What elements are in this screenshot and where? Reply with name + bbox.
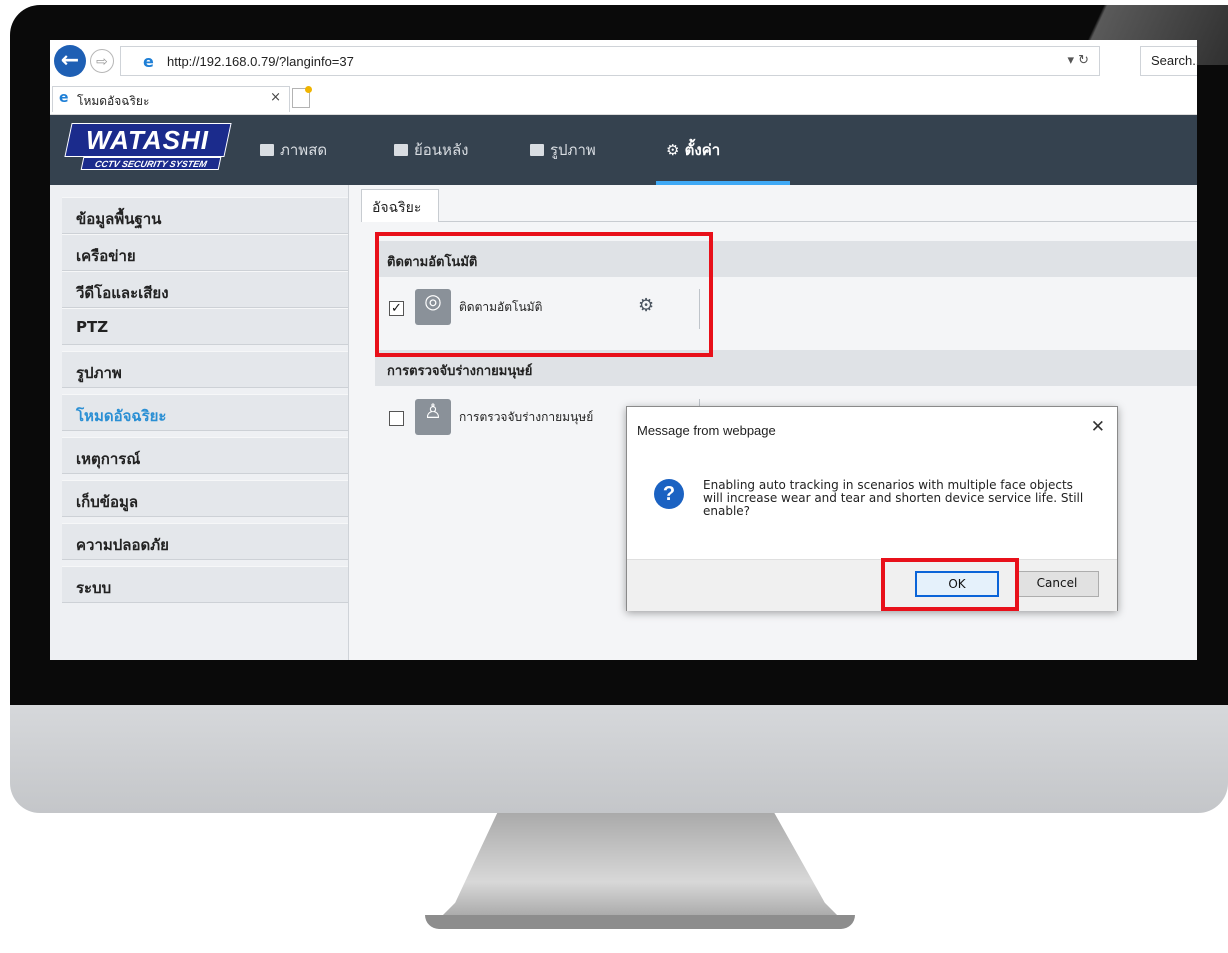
menu-playback[interactable]: ย้อนหลัง xyxy=(394,138,468,162)
close-icon[interactable]: ✕ xyxy=(1091,417,1105,437)
monitor-chin xyxy=(10,705,1228,813)
monitor-icon xyxy=(260,144,274,156)
main-tab-bar: อัจฉริยะ xyxy=(361,189,1197,222)
sidebar-item-network[interactable]: เครือข่าย xyxy=(62,234,348,271)
film-icon xyxy=(394,144,408,156)
forward-arrow-icon[interactable]: ⇨ xyxy=(90,49,114,73)
address-url[interactable]: http://192.168.0.79/?langinfo=37 xyxy=(167,54,354,69)
browser-address-row: ← ⇨ e http://192.168.0.79/?langinfo=37 ▾… xyxy=(50,40,1197,84)
human-figure-icon: ♙ xyxy=(415,399,451,435)
dialog-footer: OK Cancel xyxy=(627,559,1117,611)
new-tab-icon[interactable] xyxy=(292,86,312,108)
back-arrow-icon[interactable]: ← xyxy=(54,45,86,77)
tab-smart[interactable]: อัจฉริยะ xyxy=(361,189,439,222)
app-header: WATASHI CCTV SECURITY SYSTEM ภาพสด ย้อนห… xyxy=(50,115,1197,185)
tab-close-icon[interactable]: × xyxy=(270,90,281,105)
sidebar-item-events[interactable]: เหตุการณ์ xyxy=(62,437,348,474)
sidebar-item-security[interactable]: ความปลอดภัย xyxy=(62,523,348,560)
browser-tab-row: e โหมดอัจฉริยะ × xyxy=(50,84,1197,115)
sidebar-item-system[interactable]: ระบบ xyxy=(62,566,348,603)
address-bar[interactable]: e http://192.168.0.79/?langinfo=37 ▾ ↻ xyxy=(120,46,1100,76)
watashi-logo: WATASHI CCTV SECURITY SYSTEM xyxy=(64,123,232,171)
highlight-auto-tracking xyxy=(375,232,713,357)
logo-text: WATASHI xyxy=(86,125,210,155)
sidebar-item-image[interactable]: รูปภาพ xyxy=(62,351,348,388)
settings-sidebar: ข้อมูลพื้นฐาน เครือข่าย วีดีโอและเสียง P… xyxy=(50,185,349,660)
sidebar-item-video-audio[interactable]: วีดีโอและเสียง xyxy=(62,271,348,308)
monitor-screen: ← ⇨ e http://192.168.0.79/?langinfo=37 ▾… xyxy=(50,40,1197,660)
browser-tab[interactable]: e โหมดอัจฉริยะ × xyxy=(52,86,290,112)
image-icon xyxy=(530,144,544,156)
monitor-stand xyxy=(430,813,850,928)
question-icon: ? xyxy=(654,479,684,509)
message-dialog: Message from webpage ✕ ? Enabling auto t… xyxy=(626,406,1118,611)
menu-settings[interactable]: ⚙ ตั้งค่า xyxy=(666,138,720,162)
sidebar-item-ptz[interactable]: PTZ xyxy=(62,308,348,345)
menu-live[interactable]: ภาพสด xyxy=(260,138,327,162)
human-detection-checkbox[interactable] xyxy=(389,411,404,426)
search-input[interactable]: Search... xyxy=(1140,46,1197,76)
monitor-stand-base xyxy=(425,915,855,929)
sidebar-item-basic-info[interactable]: ข้อมูลพื้นฐาน xyxy=(62,197,348,234)
menu-picture[interactable]: รูปภาพ xyxy=(530,138,596,162)
cancel-button[interactable]: Cancel xyxy=(1015,571,1099,597)
logo-subtitle: CCTV SECURITY SYSTEM xyxy=(80,157,222,170)
browser-tab-title: โหมดอัจฉริยะ xyxy=(77,94,150,108)
sidebar-item-smart-mode[interactable]: โหมดอัจฉริยะ xyxy=(62,394,348,431)
dialog-title: Message from webpage xyxy=(637,423,776,438)
refresh-icon[interactable]: ▾ ↻ xyxy=(1067,53,1089,68)
ie-logo-icon: e xyxy=(143,52,154,71)
ie-tab-icon: e xyxy=(59,90,69,106)
sidebar-item-storage[interactable]: เก็บข้อมูล xyxy=(62,480,348,517)
highlight-ok-button xyxy=(881,558,1019,611)
human-detection-label: การตรวจจับร่างกายมนุษย์ xyxy=(459,410,594,424)
gear-icon: ⚙ xyxy=(666,141,685,159)
dialog-message: Enabling auto tracking in scenarios with… xyxy=(703,478,1084,518)
